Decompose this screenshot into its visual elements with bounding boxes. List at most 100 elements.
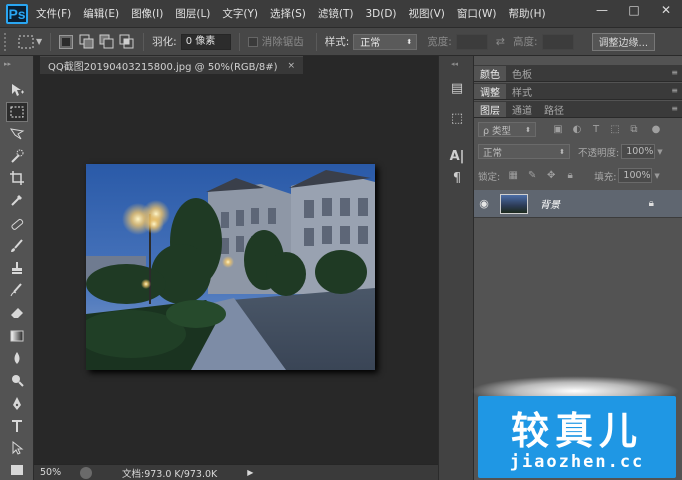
chevron-updown-icon: ⬍	[525, 125, 531, 134]
rectangle-tool-icon[interactable]	[6, 460, 28, 480]
chevron-down-icon[interactable]: ▼	[36, 37, 42, 46]
style-select[interactable]: 正常 ⬍	[353, 33, 418, 50]
properties-panel-icon[interactable]: ⬚	[449, 110, 465, 126]
filter-toggle-icon[interactable]: ●	[650, 124, 662, 136]
menu-window[interactable]: 窗口(W)	[457, 6, 497, 21]
rectangular-marquee-tool-icon[interactable]	[6, 102, 28, 122]
blur-tool-icon[interactable]	[6, 348, 28, 368]
new-selection-button[interactable]	[59, 34, 74, 49]
status-menu-arrow-icon[interactable]: ▶	[247, 468, 253, 477]
collapse-icon[interactable]: ▸▸	[4, 60, 11, 68]
chevron-down-icon[interactable]: ▼	[657, 148, 662, 156]
menu-view[interactable]: 视图(V)	[409, 6, 445, 21]
layer-kind-value: ρ 类型	[483, 125, 512, 137]
pixel-layer-filter-icon[interactable]: ▣	[552, 124, 564, 136]
clone-stamp-tool-icon[interactable]	[6, 258, 28, 278]
eyedropper-tool-icon[interactable]	[6, 190, 28, 210]
lock-label: 锁定:	[478, 171, 501, 183]
menu-file[interactable]: 文件(F)	[36, 6, 71, 21]
feather-label: 羽化:	[152, 36, 177, 48]
zoom-level[interactable]: 50%	[40, 467, 80, 478]
width-label: 宽度:	[427, 36, 452, 48]
status-info-icon[interactable]	[80, 466, 92, 479]
crop-tool-icon[interactable]	[6, 168, 28, 188]
close-tab-icon[interactable]: ×	[288, 61, 296, 71]
panel-menu-icon[interactable]: ≡	[671, 104, 678, 113]
minimize-button[interactable]: —	[594, 3, 610, 17]
path-selection-tool-icon[interactable]	[6, 438, 28, 458]
pen-tool-icon[interactable]	[6, 394, 28, 414]
fill-label: 填充:	[594, 171, 617, 183]
dodge-tool-icon[interactable]	[6, 370, 28, 390]
layer-thumbnail	[500, 193, 528, 214]
type-layer-filter-icon[interactable]: T	[590, 124, 602, 136]
blend-mode-value: 正常	[483, 147, 503, 159]
character-panel-icon[interactable]: A|	[449, 148, 465, 164]
tab-channels[interactable]: 通道	[506, 102, 538, 117]
healing-brush-tool-icon[interactable]	[6, 214, 28, 234]
opacity-input[interactable]: 100%	[621, 144, 656, 159]
lock-transparent-icon[interactable]: ▦	[507, 170, 519, 182]
history-panel-icon[interactable]: ▤	[449, 80, 465, 96]
eraser-tool-icon[interactable]	[6, 302, 28, 322]
lock-position-icon[interactable]: ✥	[545, 170, 557, 182]
menu-type[interactable]: 文字(Y)	[222, 6, 258, 21]
document-tab[interactable]: QQ截图20190403215800.jpg @ 50%(RGB/8#) ×	[40, 56, 304, 74]
swap-dimensions-icon[interactable]: ⇄	[496, 35, 505, 48]
tab-swatches[interactable]: 色板	[506, 66, 538, 81]
shape-layer-filter-icon[interactable]: ⬚	[609, 124, 621, 136]
fill-input[interactable]: 100%	[618, 168, 653, 183]
lock-image-icon[interactable]: ✎	[526, 170, 538, 182]
paragraph-panel-icon[interactable]: ¶	[449, 170, 465, 186]
quick-selection-tool-icon[interactable]	[6, 146, 28, 166]
menu-filter[interactable]: 滤镜(T)	[318, 6, 354, 21]
menu-select[interactable]: 选择(S)	[270, 6, 306, 21]
lock-all-icon[interactable]: 🔒︎	[564, 170, 576, 182]
adjustment-layer-filter-icon[interactable]: ◐	[571, 124, 583, 136]
menu-3d[interactable]: 3D(D)	[365, 8, 396, 20]
panel-menu-icon[interactable]: ≡	[671, 68, 678, 77]
history-brush-tool-icon[interactable]	[6, 280, 28, 300]
height-input[interactable]	[541, 33, 574, 50]
menu-edit[interactable]: 编辑(E)	[83, 6, 119, 21]
options-grip[interactable]	[4, 32, 10, 51]
layer-name[interactable]: 背景	[540, 196, 560, 211]
layer-row-background[interactable]: ◉ 背景 🔒︎	[474, 190, 682, 218]
smart-object-filter-icon[interactable]: ⧉	[628, 124, 640, 136]
watermark-url: jiaozhen.cc	[509, 452, 645, 472]
document-canvas-image[interactable]	[86, 164, 375, 370]
gradient-tool-icon[interactable]	[6, 326, 28, 346]
refine-edge-button[interactable]: 调整边缘...	[591, 32, 656, 51]
lasso-tool-icon[interactable]	[6, 124, 28, 144]
tab-adjustments[interactable]: 调整	[474, 84, 506, 99]
intersect-selection-icon[interactable]	[119, 34, 135, 50]
tab-layers[interactable]: 图层	[474, 102, 506, 117]
chevron-updown-icon: ⬍	[406, 37, 413, 46]
add-to-selection-icon[interactable]	[79, 34, 95, 50]
feather-input[interactable]: 0 像素	[180, 33, 231, 50]
antialias-checkbox[interactable]	[247, 36, 258, 47]
eye-icon[interactable]: ◉	[474, 197, 494, 210]
panel-menu-icon[interactable]: ≡	[671, 86, 678, 95]
height-label: 高度:	[513, 36, 538, 48]
close-button[interactable]: ✕	[658, 3, 674, 17]
tab-styles[interactable]: 样式	[506, 84, 538, 99]
lock-fill-row: 锁定: ▦ ✎ ✥ 🔒︎ 填充: 100% ▼	[478, 168, 660, 183]
chevron-down-icon[interactable]: ▼	[654, 172, 659, 180]
restore-button[interactable]: □	[626, 3, 642, 17]
tab-paths[interactable]: 路径	[538, 102, 570, 117]
blend-mode-select[interactable]: 正常 ⬍	[478, 144, 570, 159]
layer-kind-filter[interactable]: ρ 类型 ⬍	[478, 122, 536, 137]
width-input[interactable]	[455, 33, 488, 50]
move-tool-icon[interactable]	[6, 80, 28, 100]
tab-color[interactable]: 颜色	[474, 66, 506, 81]
collapse-icon[interactable]: ◂◂	[451, 60, 458, 68]
menu-image[interactable]: 图像(I)	[131, 6, 163, 21]
subtract-from-selection-icon[interactable]	[99, 34, 115, 50]
menu-help[interactable]: 帮助(H)	[509, 6, 546, 21]
divider	[238, 32, 240, 51]
marquee-tool-preset-icon[interactable]	[16, 33, 38, 51]
menu-layer[interactable]: 图层(L)	[175, 6, 210, 21]
brush-tool-icon[interactable]	[6, 236, 28, 256]
type-tool-icon[interactable]	[6, 416, 28, 436]
